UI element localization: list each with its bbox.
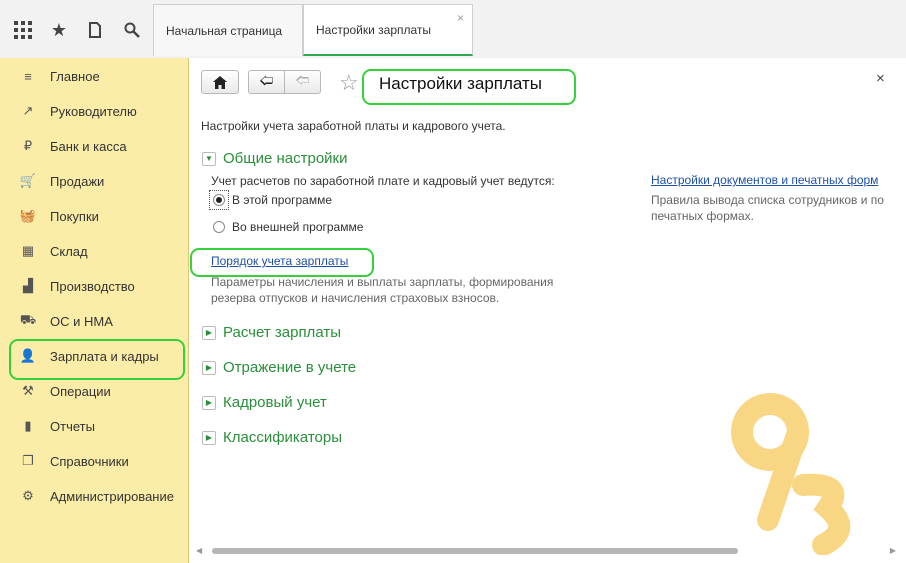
warehouse-icon: ▦	[21, 243, 35, 258]
book-icon: ❐	[22, 453, 34, 468]
sidebar-item-label: Операции	[50, 383, 111, 399]
focus-ring	[209, 190, 229, 210]
sidebar-item-label: Банк и касса	[50, 138, 127, 154]
trend-icon: ↗	[22, 103, 34, 118]
home-button[interactable]	[201, 70, 239, 94]
sidebar-item-3[interactable]: 🛒 Продажи	[0, 166, 188, 196]
sidebar-item-label: Производство	[50, 278, 135, 294]
docs-desc-line-2: печатных формах.	[651, 209, 754, 223]
sidebar-item-4[interactable]: 🧺 Покупки	[0, 201, 188, 231]
grid-icon[interactable]	[11, 18, 35, 42]
docs-settings-link[interactable]: Настройки документов и печатных форм	[651, 173, 878, 187]
sidebar-item-7[interactable]: ⛟ ОС и НМА	[0, 306, 188, 336]
payroll-order-link[interactable]: Порядок учета зарплаты	[211, 254, 348, 268]
chevron-right-icon: ▶	[202, 325, 216, 340]
sidebar-item-2[interactable]: ₽ Банк и касса	[0, 131, 188, 161]
sidebar-item-label: Справочники	[50, 453, 129, 469]
sidebar-item-10[interactable]: ▮ Отчеты	[0, 411, 188, 441]
sidebar-item-label: Главное	[50, 68, 100, 84]
sidebar-item-11[interactable]: ❐ Справочники	[0, 446, 188, 476]
sidebar-item-label: Отчеты	[50, 418, 95, 434]
sidebar-item-label: Покупки	[50, 208, 99, 224]
group-accounting-reflection[interactable]: ▶ Отражение в учете	[202, 359, 356, 376]
group-classifiers[interactable]: ▶ Классификаторы	[202, 429, 342, 446]
payroll-desc-line-2: резерва отпусков и начисления страховых …	[211, 291, 500, 305]
sidebar-item-0[interactable]: ≡ Главное	[0, 61, 188, 91]
horizontal-scrollbar[interactable]: ◀ ▶	[196, 546, 896, 556]
ruble-icon: ₽	[23, 138, 33, 153]
scroll-left-icon[interactable]: ◀	[196, 546, 202, 555]
group-label: Кадровый учет	[223, 394, 327, 411]
radio-this-program-label[interactable]: В этой программе	[232, 193, 332, 207]
sidebar-item-label: Склад	[50, 243, 88, 259]
highlight-salary-menu	[9, 339, 185, 380]
home-icon	[213, 75, 227, 89]
watermark-logo	[731, 393, 851, 555]
sidebar-item-6[interactable]: ▟ Производство	[0, 271, 188, 301]
radio-external-program-label[interactable]: Во внешней программе	[232, 220, 363, 234]
factory-icon: ▟	[23, 278, 33, 293]
scroll-right-icon[interactable]: ▶	[890, 546, 896, 555]
operations-icon: ⚒	[22, 383, 34, 398]
truck-icon: ⛟	[19, 312, 37, 327]
tab-home-label: Начальная страница	[166, 23, 283, 38]
back-button[interactable]: 🢠	[248, 70, 285, 94]
sidebar-item-label: ОС и НМА	[50, 313, 113, 329]
sidebar-item-label: Руководителю	[50, 103, 137, 119]
chevron-right-icon: ▶	[202, 430, 216, 445]
menu-icon: ≡	[24, 68, 32, 84]
chevron-down-icon: ▼	[202, 151, 216, 166]
payroll-desc-line-1: Параметры начисления и выплаты зарплаты,…	[211, 275, 554, 289]
sidebar-item-label: Администрирование	[50, 488, 174, 504]
cart-icon: 🛒	[19, 173, 37, 188]
accounting-question: Учет расчетов по заработной плате и кадр…	[211, 174, 555, 188]
gear-icon: ⚙	[22, 488, 34, 503]
search-icon[interactable]	[120, 18, 144, 42]
radio-external-program[interactable]	[213, 221, 225, 233]
chevron-right-icon: ▶	[202, 395, 216, 410]
sidebar-item-1[interactable]: ↗ Руководителю	[0, 96, 188, 126]
group-label: Классификаторы	[223, 429, 343, 446]
star-icon[interactable]: ★	[47, 18, 71, 42]
group-label: Расчет зарплаты	[223, 324, 341, 341]
page-description: Настройки учета заработной платы и кадро…	[201, 119, 506, 133]
sidebar-item-5[interactable]: ▦ Склад	[0, 236, 188, 266]
page-title: Настройки зарплаты	[379, 74, 542, 93]
top-toolbar: ★ Начальная страница Настройки зарплаты …	[0, 0, 906, 59]
bar-chart-icon: ▮	[24, 418, 32, 433]
arrow-right-icon: 🢢	[295, 72, 310, 88]
close-icon[interactable]: ×	[876, 70, 885, 87]
tab-salary-settings-label: Настройки зарплаты	[316, 22, 432, 37]
tab-close-icon[interactable]: ×	[457, 11, 464, 25]
arrow-left-icon: 🢠	[259, 72, 274, 88]
forward-button[interactable]: 🢢	[284, 70, 321, 94]
group-label: Отражение в учете	[223, 359, 357, 376]
history-icon[interactable]	[83, 18, 107, 42]
group-general[interactable]: ▼ Общие настройки	[202, 150, 348, 167]
tab-salary-settings[interactable]: Настройки зарплаты ×	[303, 4, 473, 56]
group-salary-calc[interactable]: ▶ Расчет зарплаты	[202, 324, 341, 341]
sidebar-item-12[interactable]: ⚙ Администрирование	[0, 481, 188, 511]
favorite-star-icon[interactable]: ☆	[339, 70, 359, 96]
sidebar-item-9[interactable]: ⚒ Операции	[0, 376, 188, 406]
group-general-label: Общие настройки	[223, 150, 348, 167]
tab-home[interactable]: Начальная страница	[153, 4, 303, 56]
sidebar-item-label: Продажи	[50, 173, 105, 189]
scrollbar-thumb[interactable]	[212, 548, 738, 554]
group-hr[interactable]: ▶ Кадровый учет	[202, 394, 327, 411]
docs-desc-line-1: Правила вывода списка сотрудников и по	[651, 193, 884, 207]
chevron-right-icon: ▶	[202, 360, 216, 375]
basket-icon: 🧺	[19, 208, 37, 223]
